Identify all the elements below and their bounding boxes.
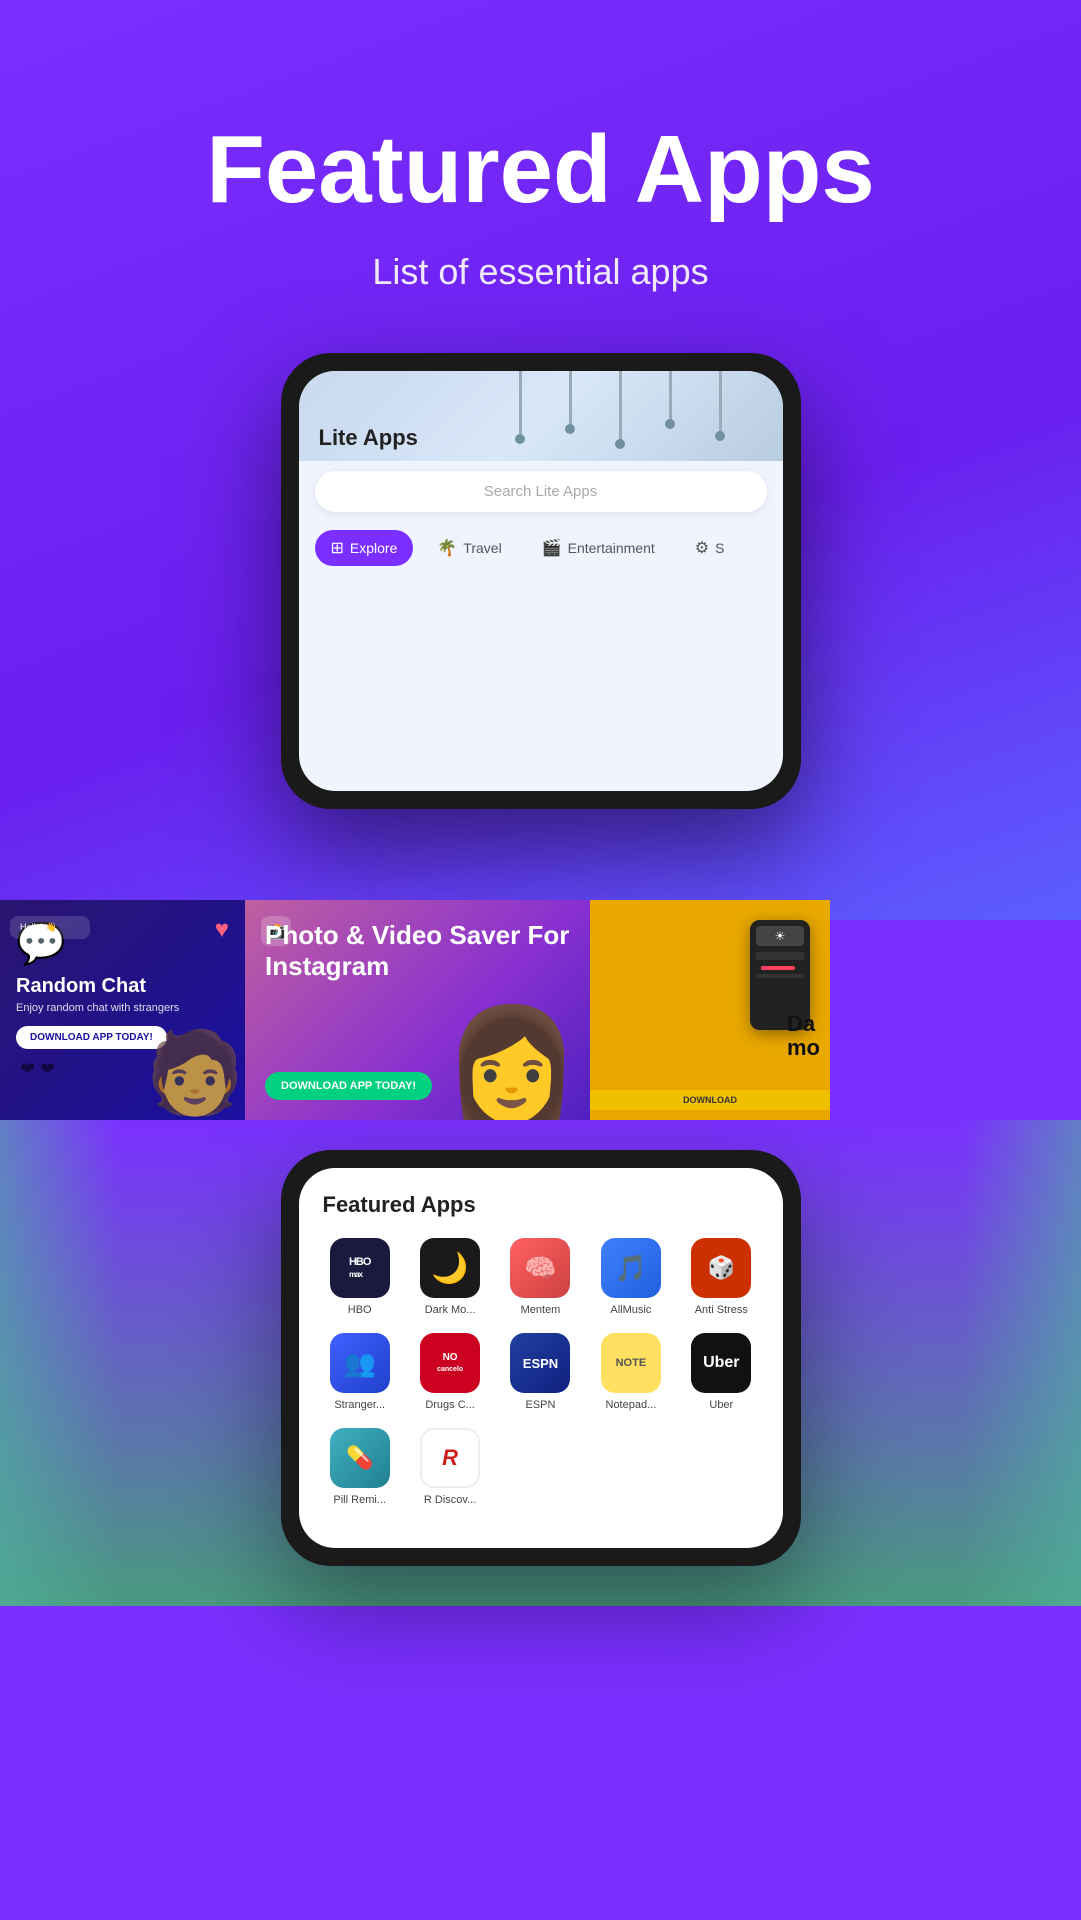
hbo-label: HBO: [348, 1304, 372, 1317]
apps-grid: HBOmax HBO 🌙 Dark Mo... 🧠 Mentem: [323, 1238, 759, 1508]
rdiscov-icon: R: [420, 1428, 480, 1488]
tab-explore-label: Explore: [350, 540, 397, 556]
tab-entertainment-label: Entertainment: [568, 540, 655, 556]
app-espn[interactable]: ESPN ESPN: [503, 1333, 577, 1412]
drugs-label: Drugs C...: [425, 1399, 475, 1412]
banners-row: ♥ 💬 Random Chat Enjoy random chat with s…: [0, 900, 1081, 1120]
app-antistress[interactable]: 🎲 Anti Stress: [684, 1238, 758, 1317]
app-drugs[interactable]: NOcancelo Drugs C...: [413, 1333, 487, 1412]
notepad-icon: NOTE: [601, 1333, 661, 1393]
banner1-title: Random Chat: [16, 975, 229, 998]
heart-icon: ♥: [215, 916, 229, 944]
banner2-button[interactable]: DOWNLOAD APP TODAY!: [265, 1072, 432, 1100]
tab-entertainment[interactable]: 🎬 Entertainment: [526, 530, 671, 566]
darkmode-label: Dark Mo...: [425, 1304, 476, 1317]
banner1-subtitle: Enjoy random chat with strangers: [16, 1002, 229, 1014]
bottom-section: Featured Apps HBOmax HBO 🌙 Dark Mo...: [0, 1120, 1081, 1606]
chat-bubble-1: Hello! 👋: [10, 916, 90, 939]
search-bar[interactable]: Search Lite Apps: [315, 471, 767, 512]
featured-apps-title: Featured Apps: [323, 1192, 759, 1218]
banner-photo-video[interactable]: Photo & Video Saver For Instagram DOWNLO…: [245, 900, 590, 1120]
allmusic-label: AllMusic: [610, 1304, 651, 1317]
hero-title: Featured Apps: [60, 120, 1021, 221]
uber-icon: Uber: [691, 1333, 751, 1393]
rdiscov-label: R Discov...: [424, 1494, 476, 1507]
tab-travel-label: Travel: [463, 540, 501, 556]
app-dark-mode[interactable]: 🌙 Dark Mo...: [413, 1238, 487, 1317]
tab-explore[interactable]: ⊞ Explore: [315, 530, 414, 566]
uber-label: Uber: [709, 1399, 733, 1412]
hero-subtitle: List of essential apps: [60, 251, 1021, 293]
app-mentem[interactable]: 🧠 Mentem: [503, 1238, 577, 1317]
banner3-button[interactable]: DOWNLOAD: [590, 1090, 830, 1110]
tab-travel[interactable]: 🌴 Travel: [421, 530, 517, 566]
espn-label: ESPN: [526, 1399, 556, 1412]
antistress-icon: 🎲: [691, 1238, 751, 1298]
bottom-phone-inner: Featured Apps HBOmax HBO 🌙 Dark Mo...: [299, 1168, 783, 1548]
banner-dark-mode[interactable]: ☀ Damo DOWNLOAD: [590, 900, 830, 1120]
explore-icon: ⊞: [331, 538, 344, 558]
entertainment-icon: 🎬: [542, 538, 562, 558]
banner-random-chat[interactable]: ♥ 💬 Random Chat Enjoy random chat with s…: [0, 900, 245, 1120]
search-placeholder: Search Lite Apps: [484, 483, 597, 500]
phone-outer: Lite Apps Search Lite Apps ⊞ Explore 🌴 T…: [281, 353, 801, 809]
hbo-icon: HBOmax: [330, 1238, 390, 1298]
app-rdiscov[interactable]: R R Discov...: [413, 1428, 487, 1507]
tab-sports-label: S: [715, 540, 724, 556]
sports-icon: ⚙: [695, 538, 709, 558]
hero-section: Featured Apps List of essential apps Lit…: [0, 0, 1081, 920]
strangers-icon: 👥: [330, 1333, 390, 1393]
app-uber[interactable]: Uber Uber: [684, 1333, 758, 1412]
hearts-decoration: ❤ ❤: [20, 1059, 55, 1080]
banner3-content: ☀ Damo: [590, 900, 830, 1120]
app-hbo[interactable]: HBOmax HBO: [323, 1238, 397, 1317]
banner3-title: Damo: [787, 1012, 820, 1060]
pill-icon: 💊: [330, 1428, 390, 1488]
person-figure-2: 👩: [443, 1010, 580, 1120]
allmusic-icon: 🎵: [601, 1238, 661, 1298]
mentem-icon: 🧠: [510, 1238, 570, 1298]
darkmode-icon: 🌙: [420, 1238, 480, 1298]
app-notepad[interactable]: NOTE Notepad...: [594, 1333, 668, 1412]
category-tabs: ⊞ Explore 🌴 Travel 🎬 Entertainment ⚙ S: [299, 522, 783, 574]
phone-inner: Lite Apps Search Lite Apps ⊞ Explore 🌴 T…: [299, 371, 783, 791]
notepad-label: Notepad...: [606, 1399, 657, 1412]
phone-mockup: Lite Apps Search Lite Apps ⊞ Explore 🌴 T…: [60, 353, 1021, 809]
strangers-label: Stranger...: [334, 1399, 385, 1412]
app-screen-title: Lite Apps: [319, 425, 418, 451]
banner2-title: Photo & Video Saver For Instagram: [265, 920, 570, 982]
pill-label: Pill Remi...: [333, 1494, 386, 1507]
bottom-phone-container: Featured Apps HBOmax HBO 🌙 Dark Mo...: [0, 1120, 1081, 1566]
drugs-icon: NOcancelo: [420, 1333, 480, 1393]
travel-icon: 🌴: [437, 538, 457, 558]
tab-sports[interactable]: ⚙ S: [679, 530, 741, 566]
person-figure-1: 🧑: [145, 1026, 245, 1120]
bottom-phone-outer: Featured Apps HBOmax HBO 🌙 Dark Mo...: [281, 1150, 801, 1566]
antistress-label: Anti Stress: [695, 1304, 748, 1317]
banner1-button[interactable]: DOWNLOAD APP TODAY!: [16, 1026, 167, 1049]
app-pill[interactable]: 💊 Pill Remi...: [323, 1428, 397, 1507]
mentem-label: Mentem: [521, 1304, 561, 1317]
espn-icon: ESPN: [510, 1333, 570, 1393]
app-allmusic[interactable]: 🎵 AllMusic: [594, 1238, 668, 1317]
app-strangers[interactable]: 👥 Stranger...: [323, 1333, 397, 1412]
